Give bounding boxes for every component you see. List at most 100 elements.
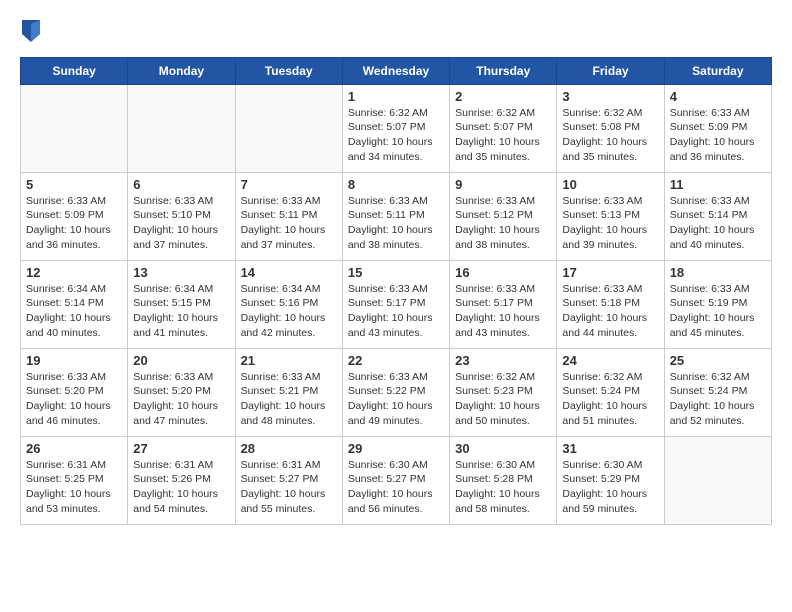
day-number: 8 — [348, 177, 444, 192]
calendar-cell: 12Sunrise: 6:34 AMSunset: 5:14 PMDayligh… — [21, 260, 128, 348]
day-number: 15 — [348, 265, 444, 280]
calendar-cell — [664, 436, 771, 524]
day-info: Sunrise: 6:33 AMSunset: 5:20 PMDaylight:… — [26, 370, 122, 429]
calendar-cell: 4Sunrise: 6:33 AMSunset: 5:09 PMDaylight… — [664, 84, 771, 172]
day-info: Sunrise: 6:31 AMSunset: 5:27 PMDaylight:… — [241, 458, 337, 517]
day-info: Sunrise: 6:33 AMSunset: 5:10 PMDaylight:… — [133, 194, 229, 253]
day-number: 17 — [562, 265, 658, 280]
calendar-cell: 29 Sunrise: 6:30 AMSunset: 5:27 PMDayligh… — [342, 436, 449, 524]
day-number: 23 — [455, 353, 551, 368]
calendar-cell: 19 Sunrise: 6:33 AMSunset: 5:20 PMDayligh… — [21, 348, 128, 436]
day-number: 16 — [455, 265, 551, 280]
calendar-cell: 8 Sunrise: 6:33 AMSunset: 5:11 PMDaylight… — [342, 172, 449, 260]
day-info: Sunrise: 6:33 AMSunset: 5:11 PMDaylight:… — [241, 194, 337, 253]
weekday-header-tuesday: Tuesday — [235, 57, 342, 84]
day-info: Sunrise: 6:32 AMSunset: 5:24 PMDaylight:… — [562, 370, 658, 429]
day-number: 26 — [26, 441, 122, 456]
calendar-cell: 25 Sunrise: 6:32 AMSunset: 5:24 PMDayligh… — [664, 348, 771, 436]
calendar-cell: 11 Sunrise: 6:33 AMSunset: 5:14 PMDayligh… — [664, 172, 771, 260]
day-info: Sunrise: 6:33 AMSunset: 5:19 PMDaylight:… — [670, 282, 766, 341]
page: SundayMondayTuesdayWednesdayThursdayFrid… — [0, 0, 792, 535]
day-info: Sunrise: 6:33 AMSunset: 5:17 PMDaylight:… — [455, 282, 551, 341]
day-number: 24 — [562, 353, 658, 368]
calendar-cell — [128, 84, 235, 172]
day-number: 9 — [455, 177, 551, 192]
day-number: 4 — [670, 89, 766, 104]
day-number: 11 — [670, 177, 766, 192]
week-row-1: 5 Sunrise: 6:33 AMSunset: 5:09 PMDaylight… — [21, 172, 772, 260]
calendar-cell: 10 Sunrise: 6:33 AMSunset: 5:13 PMDayligh… — [557, 172, 664, 260]
day-number: 21 — [241, 353, 337, 368]
calendar-cell: 7Sunrise: 6:33 AMSunset: 5:11 PMDaylight… — [235, 172, 342, 260]
day-info: Sunrise: 6:33 AMSunset: 5:22 PMDaylight:… — [348, 370, 444, 429]
day-number: 29 — [348, 441, 444, 456]
calendar-cell: 21 Sunrise: 6:33 AMSunset: 5:21 PMDayligh… — [235, 348, 342, 436]
day-number: 6 — [133, 177, 229, 192]
day-info: Sunrise: 6:32 AMSunset: 5:24 PMDaylight:… — [670, 370, 766, 429]
calendar-cell: 13Sunrise: 6:34 AMSunset: 5:15 PMDayligh… — [128, 260, 235, 348]
week-row-2: 12Sunrise: 6:34 AMSunset: 5:14 PMDayligh… — [21, 260, 772, 348]
calendar-cell: 15 Sunrise: 6:33 AMSunset: 5:17 PMDayligh… — [342, 260, 449, 348]
calendar-cell: 18 Sunrise: 6:33 AMSunset: 5:19 PMDayligh… — [664, 260, 771, 348]
day-number: 13 — [133, 265, 229, 280]
calendar-cell: 1Sunrise: 6:32 AMSunset: 5:07 PMDaylight… — [342, 84, 449, 172]
weekday-header-row: SundayMondayTuesdayWednesdayThursdayFrid… — [21, 57, 772, 84]
calendar-cell — [21, 84, 128, 172]
logo-icon — [22, 20, 40, 42]
day-info: Sunrise: 6:33 AMSunset: 5:11 PMDaylight:… — [348, 194, 444, 253]
day-number: 27 — [133, 441, 229, 456]
day-number: 2 — [455, 89, 551, 104]
day-number: 10 — [562, 177, 658, 192]
day-info: Sunrise: 6:33 AMSunset: 5:21 PMDaylight:… — [241, 370, 337, 429]
calendar-cell: 16 Sunrise: 6:33 AMSunset: 5:17 PMDayligh… — [450, 260, 557, 348]
day-info: Sunrise: 6:30 AMSunset: 5:27 PMDaylight:… — [348, 458, 444, 517]
day-info: Sunrise: 6:32 AMSunset: 5:07 PMDaylight:… — [348, 106, 444, 165]
day-info: Sunrise: 6:33 AMSunset: 5:13 PMDaylight:… — [562, 194, 658, 253]
calendar-cell: 6 Sunrise: 6:33 AMSunset: 5:10 PMDaylight… — [128, 172, 235, 260]
day-number: 14 — [241, 265, 337, 280]
day-number: 25 — [670, 353, 766, 368]
day-info: Sunrise: 6:33 AMSunset: 5:17 PMDaylight:… — [348, 282, 444, 341]
calendar-cell: 3Sunrise: 6:32 AMSunset: 5:08 PMDaylight… — [557, 84, 664, 172]
day-info: Sunrise: 6:33 AMSunset: 5:09 PMDaylight:… — [26, 194, 122, 253]
calendar-cell: 5 Sunrise: 6:33 AMSunset: 5:09 PMDaylight… — [21, 172, 128, 260]
day-number: 20 — [133, 353, 229, 368]
day-info: Sunrise: 6:32 AMSunset: 5:23 PMDaylight:… — [455, 370, 551, 429]
day-info: Sunrise: 6:33 AMSunset: 5:12 PMDaylight:… — [455, 194, 551, 253]
week-row-0: 1Sunrise: 6:32 AMSunset: 5:07 PMDaylight… — [21, 84, 772, 172]
week-row-3: 19 Sunrise: 6:33 AMSunset: 5:20 PMDayligh… — [21, 348, 772, 436]
week-row-4: 26 Sunrise: 6:31 AMSunset: 5:25 PMDayligh… — [21, 436, 772, 524]
calendar-cell: 23 Sunrise: 6:32 AMSunset: 5:23 PMDayligh… — [450, 348, 557, 436]
weekday-header-wednesday: Wednesday — [342, 57, 449, 84]
day-info: Sunrise: 6:32 AMSunset: 5:08 PMDaylight:… — [562, 106, 658, 165]
day-info: Sunrise: 6:31 AMSunset: 5:26 PMDaylight:… — [133, 458, 229, 517]
calendar-cell: 30Sunrise: 6:30 AMSunset: 5:28 PMDayligh… — [450, 436, 557, 524]
day-info: Sunrise: 6:30 AMSunset: 5:29 PMDaylight:… — [562, 458, 658, 517]
day-number: 28 — [241, 441, 337, 456]
day-number: 5 — [26, 177, 122, 192]
calendar-cell: 14 Sunrise: 6:34 AMSunset: 5:16 PMDayligh… — [235, 260, 342, 348]
day-number: 12 — [26, 265, 122, 280]
weekday-header-friday: Friday — [557, 57, 664, 84]
logo — [20, 20, 40, 47]
day-info: Sunrise: 6:33 AMSunset: 5:14 PMDaylight:… — [670, 194, 766, 253]
calendar-cell: 28 Sunrise: 6:31 AMSunset: 5:27 PMDayligh… — [235, 436, 342, 524]
day-info: Sunrise: 6:33 AMSunset: 5:20 PMDaylight:… — [133, 370, 229, 429]
weekday-header-thursday: Thursday — [450, 57, 557, 84]
calendar-cell — [235, 84, 342, 172]
day-number: 18 — [670, 265, 766, 280]
weekday-header-monday: Monday — [128, 57, 235, 84]
header — [20, 20, 772, 47]
day-number: 19 — [26, 353, 122, 368]
day-info: Sunrise: 6:31 AMSunset: 5:25 PMDaylight:… — [26, 458, 122, 517]
calendar-cell: 9 Sunrise: 6:33 AMSunset: 5:12 PMDaylight… — [450, 172, 557, 260]
calendar-cell: 2Sunrise: 6:32 AMSunset: 5:07 PMDaylight… — [450, 84, 557, 172]
logo-text — [20, 20, 40, 47]
day-info: Sunrise: 6:34 AMSunset: 5:16 PMDaylight:… — [241, 282, 337, 341]
calendar-cell: 31Sunrise: 6:30 AMSunset: 5:29 PMDayligh… — [557, 436, 664, 524]
day-number: 30 — [455, 441, 551, 456]
calendar-cell: 26 Sunrise: 6:31 AMSunset: 5:25 PMDayligh… — [21, 436, 128, 524]
calendar-cell: 20 Sunrise: 6:33 AMSunset: 5:20 PMDayligh… — [128, 348, 235, 436]
calendar-cell: 17Sunrise: 6:33 AMSunset: 5:18 PMDayligh… — [557, 260, 664, 348]
day-number: 22 — [348, 353, 444, 368]
